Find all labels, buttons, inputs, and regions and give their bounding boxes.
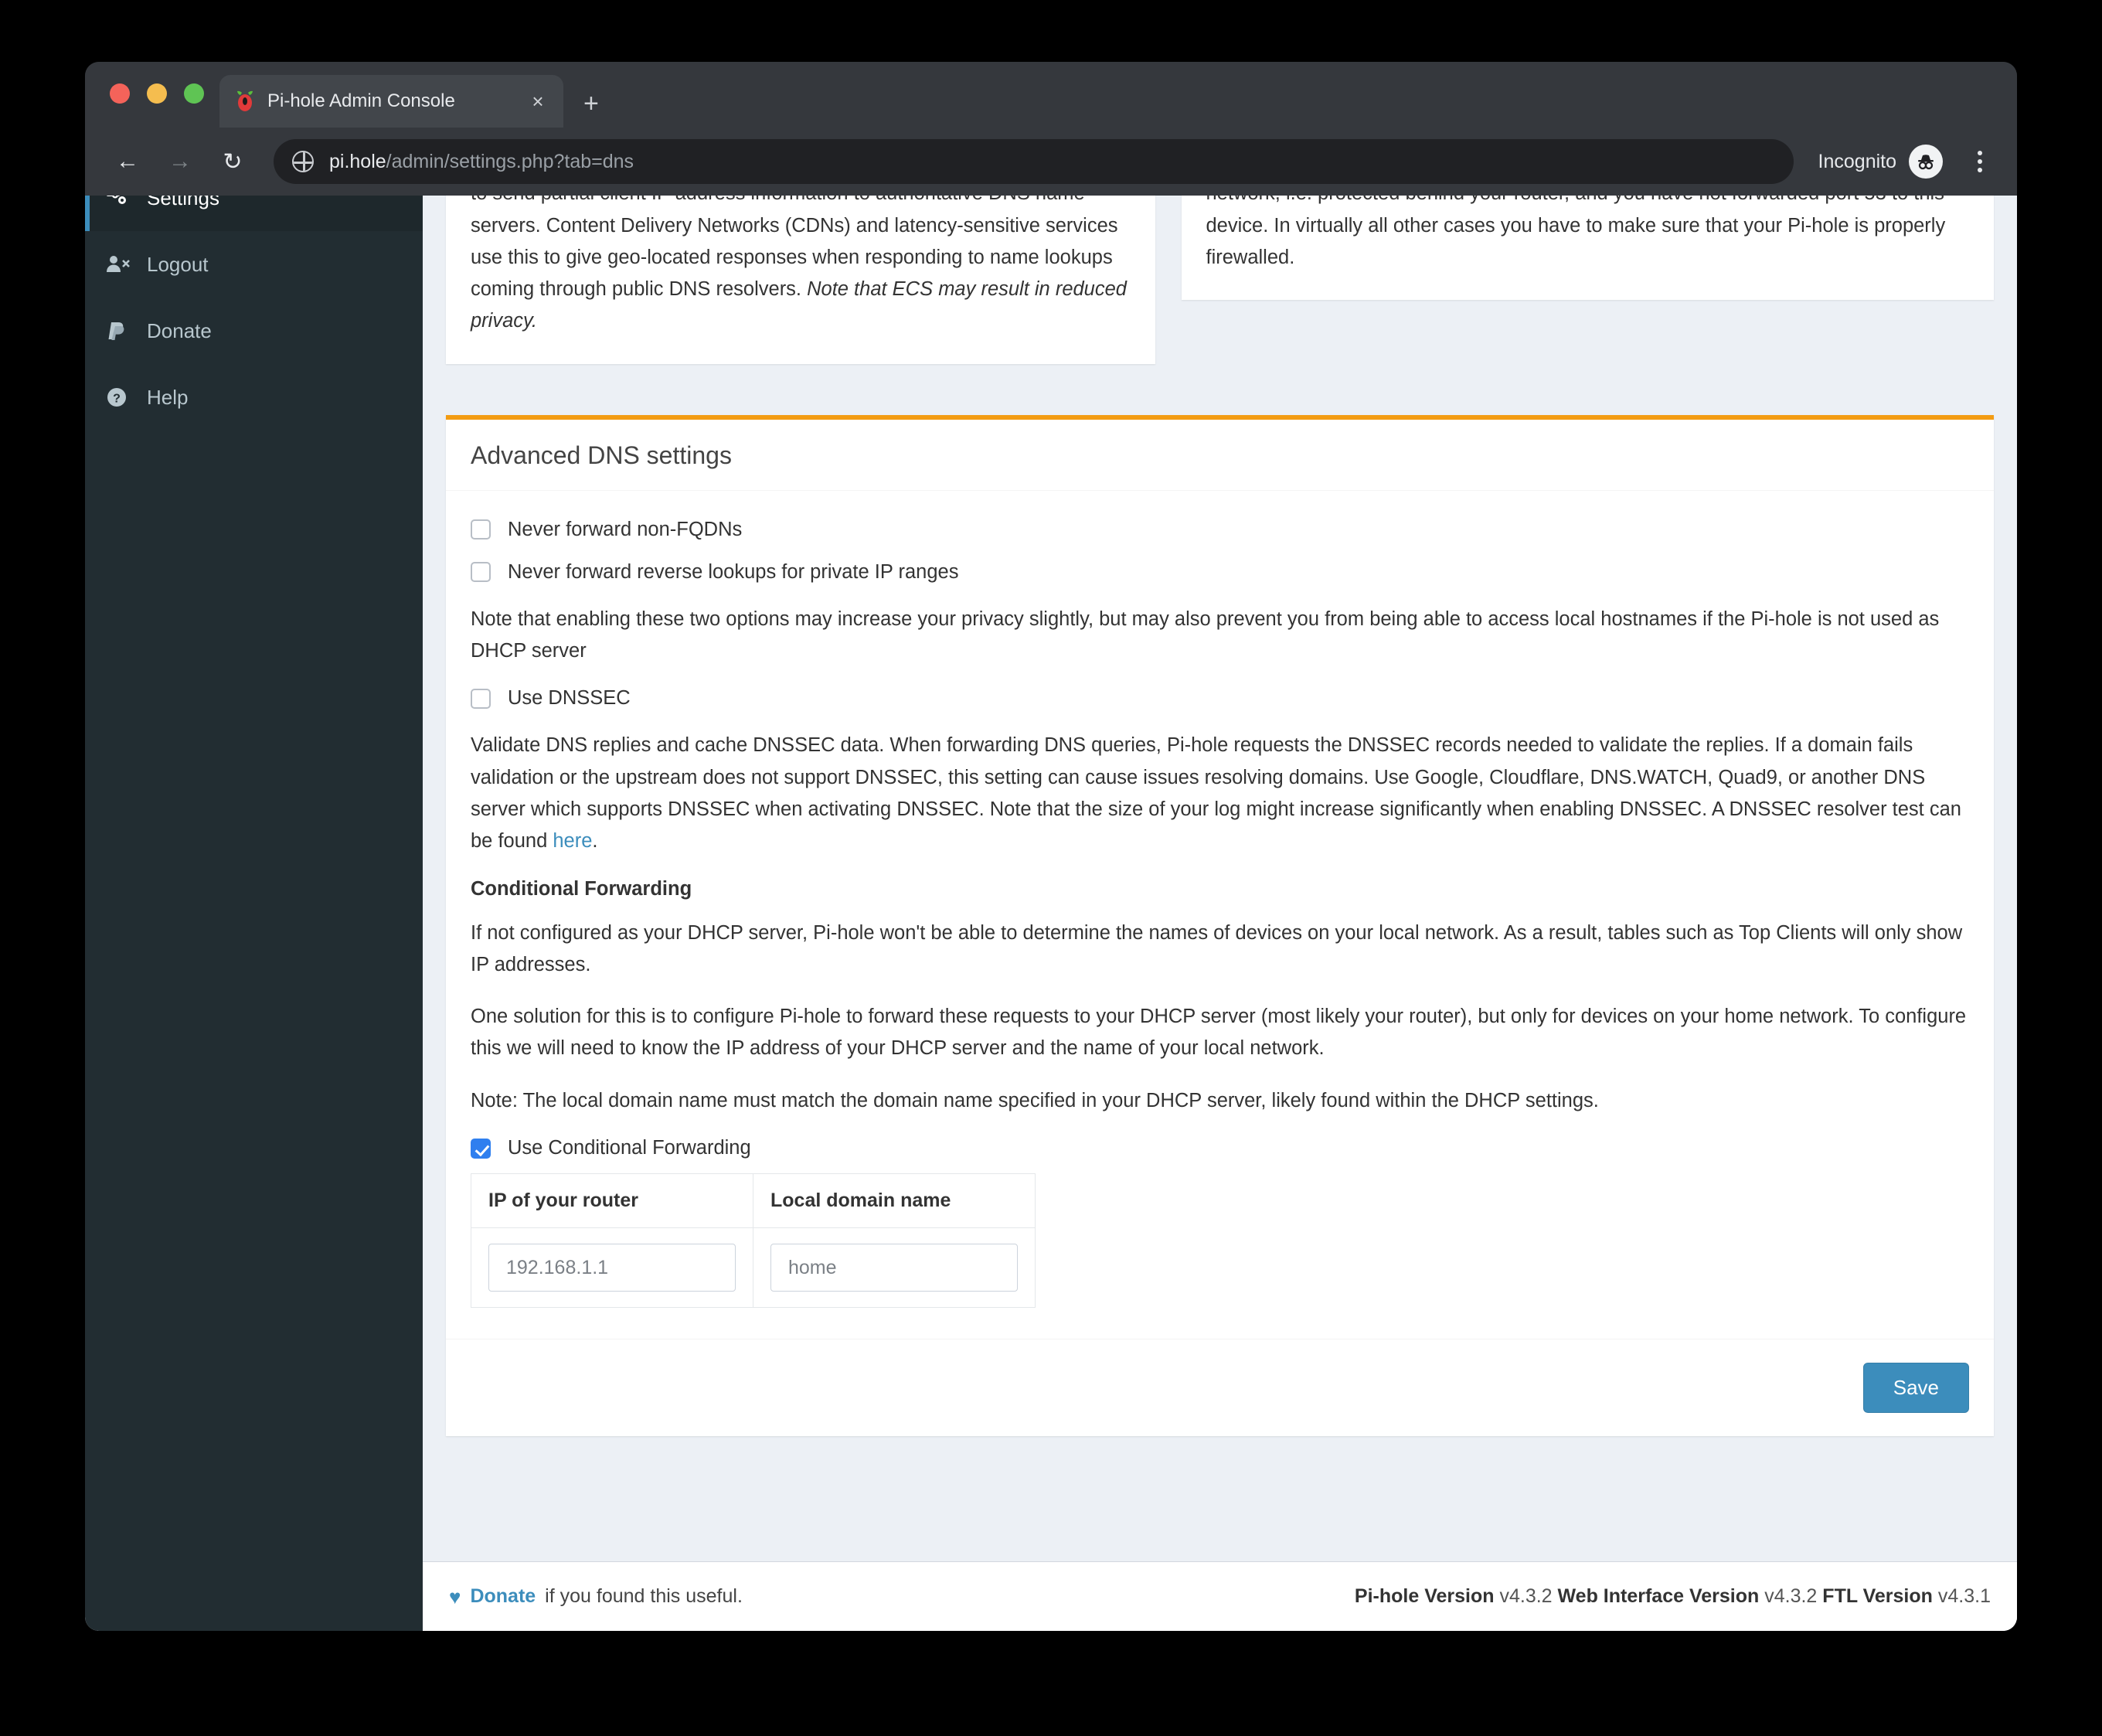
web-version-value: v4.3.2 (1764, 1585, 1818, 1607)
sidebar-item-donate[interactable]: Donate (85, 298, 423, 364)
checkbox-row-use-dnssec[interactable]: Use DNSSEC (471, 687, 1969, 710)
checkbox-label: Use Conditional Forwarding (508, 1137, 751, 1159)
save-button[interactable]: Save (1862, 1363, 1969, 1414)
page-viewport: Settings Logout Donate ? Help servers. C… (85, 196, 2017, 1631)
privacy-options-note: Note that enabling these two options may… (471, 608, 1940, 662)
window-controls (110, 83, 204, 104)
footer-donate-text: if you found this useful. (545, 1585, 743, 1607)
checkbox-label: Use DNSSEC (508, 687, 631, 710)
column-header-local-domain: Local domain name (753, 1173, 1036, 1229)
paypal-icon (105, 319, 141, 342)
sidebar-item-help[interactable]: ? Help (85, 364, 423, 431)
table-row: 192.168.1.1 home (471, 1227, 1036, 1309)
cell-local-domain: home (753, 1227, 1036, 1309)
sidebar-item-logout[interactable]: Logout (85, 231, 423, 298)
back-icon[interactable]: ← (105, 139, 150, 184)
reload-icon[interactable]: ↻ (210, 139, 255, 184)
close-window-button[interactable] (110, 83, 130, 104)
cell-router-ip: 192.168.1.1 (471, 1227, 753, 1309)
browser-toolbar: ← → ↻ pi.hole/admin/settings.php?tab=dns… (85, 128, 2017, 196)
interface-description: connected to the Internet. This option i… (1206, 196, 1946, 268)
ftl-version-label: FTL Version (1822, 1585, 1933, 1607)
url-host: pi.hole (329, 150, 386, 172)
incognito-label: Incognito (1818, 150, 1896, 172)
url-text: pi.hole/admin/settings.php?tab=dns (329, 151, 634, 173)
sidebar-item-label: Help (147, 385, 189, 409)
forward-icon[interactable]: → (158, 139, 202, 184)
info-panels-row: ECS (Extended Client Subnet) defines a m… (446, 196, 1994, 364)
address-bar[interactable]: pi.hole/admin/settings.php?tab=dns (274, 139, 1794, 184)
use-conditional-forwarding-checkbox[interactable] (471, 1138, 491, 1159)
maximize-window-button[interactable] (184, 83, 204, 104)
table-header-row: IP of your router Local domain name (471, 1173, 1036, 1229)
ecs-info-panel: ECS (Extended Client Subnet) defines a m… (446, 196, 1155, 364)
checkbox-row-never-forward-non-fqdns[interactable]: Never forward non-FQDNs (471, 519, 1969, 541)
checkbox-label: Never forward non-FQDNs (508, 518, 743, 540)
dnssec-description-text: Validate DNS replies and cache DNSSEC da… (471, 734, 1961, 853)
panel-footer: Save (446, 1339, 1994, 1437)
footer-donate-link[interactable]: Donate (470, 1585, 536, 1608)
user-times-icon (105, 253, 141, 276)
browser-tab[interactable]: Pi-hole Admin Console × (219, 75, 563, 128)
tab-title: Pi-hole Admin Console (267, 90, 455, 111)
browser-window: Pi-hole Admin Console × + ← → ↻ pi.hole/… (85, 62, 2017, 1631)
incognito-icon (1909, 145, 1943, 179)
conditional-forwarding-paragraph-1: If not configured as your DHCP server, P… (471, 921, 1963, 975)
dnssec-description-tail: . (592, 830, 598, 853)
incognito-indicator[interactable]: Incognito (1818, 145, 1997, 179)
pihole-version-label: Pi-hole Version (1354, 1585, 1495, 1607)
conditional-forwarding-paragraph-3: Note: The local domain name must match t… (471, 1089, 1599, 1111)
ftl-version-value: v4.3.1 (1937, 1585, 1991, 1607)
router-ip-input[interactable]: 192.168.1.1 (488, 1244, 736, 1292)
tab-close-icon[interactable]: × (526, 91, 549, 111)
sidebar-item-label: Donate (147, 318, 212, 342)
sidebar-item-label: Logout (147, 252, 209, 276)
sidebar-item-settings-clipped: Settings (85, 196, 423, 231)
local-domain-input[interactable]: home (770, 1244, 1018, 1292)
globe-icon (292, 151, 314, 172)
advanced-dns-settings-panel: Advanced DNS settings Never forward non-… (446, 414, 1994, 1437)
sidebar-item-settings[interactable]: Settings (85, 196, 423, 231)
never-forward-non-fqdns-checkbox[interactable] (471, 519, 491, 540)
sliders-gear-icon (105, 196, 141, 209)
checkbox-row-use-conditional-forwarding[interactable]: Use Conditional Forwarding (471, 1137, 1969, 1159)
dnssec-resolver-test-link[interactable]: here (553, 830, 592, 852)
panel-header: Advanced DNS settings (446, 420, 1994, 491)
web-version-label: Web Interface Version (1557, 1585, 1760, 1607)
sidebar: Settings Logout Donate ? Help (85, 196, 423, 1631)
sidebar-item-label: Settings (147, 196, 219, 209)
conditional-forwarding-heading: Conditional Forwarding (471, 877, 692, 900)
dnssec-description: Validate DNS replies and cache DNSSEC da… (471, 730, 1969, 857)
browser-menu-icon[interactable] (1963, 151, 1997, 172)
new-tab-button[interactable]: + (583, 90, 599, 117)
checkbox-row-never-forward-reverse-lookups[interactable]: Never forward reverse lookups for privat… (471, 561, 1969, 584)
pihole-favicon-icon (233, 90, 257, 113)
checkbox-label: Never forward reverse lookups for privat… (508, 560, 959, 583)
interface-info-panel: connected to the Internet. This option i… (1181, 196, 1994, 301)
question-circle-icon: ? (105, 386, 141, 409)
footer-donate-area: ♥ Donate if you found this useful. (449, 1585, 743, 1608)
footer-versions: Pi-hole Version v4.3.2 Web Interface Ver… (1355, 1585, 1991, 1608)
svg-text:?: ? (113, 393, 121, 406)
content-bottom-spacer (446, 1436, 1994, 1479)
conditional-forwarding-paragraph-2: One solution for this is to configure Pi… (471, 1006, 1967, 1060)
url-path: /admin/settings.php?tab=dns (386, 150, 634, 172)
page-title: Advanced DNS settings (471, 441, 732, 469)
use-dnssec-checkbox[interactable] (471, 688, 491, 709)
ecs-description: ECS (Extended Client Subnet) defines a m… (471, 196, 1131, 338)
main-content: ECS (Extended Client Subnet) defines a m… (423, 196, 2017, 1631)
conditional-forwarding-table: IP of your router Local domain name 192.… (471, 1173, 1036, 1309)
heart-icon: ♥ (449, 1585, 461, 1608)
pihole-version-value: v4.3.2 (1499, 1585, 1553, 1607)
never-forward-reverse-lookups-checkbox[interactable] (471, 562, 491, 583)
column-header-router-ip: IP of your router (471, 1173, 753, 1229)
minimize-window-button[interactable] (147, 83, 167, 104)
page-footer: ♥ Donate if you found this useful. Pi-ho… (423, 1561, 2017, 1631)
tab-strip: Pi-hole Admin Console × + (85, 62, 2017, 128)
